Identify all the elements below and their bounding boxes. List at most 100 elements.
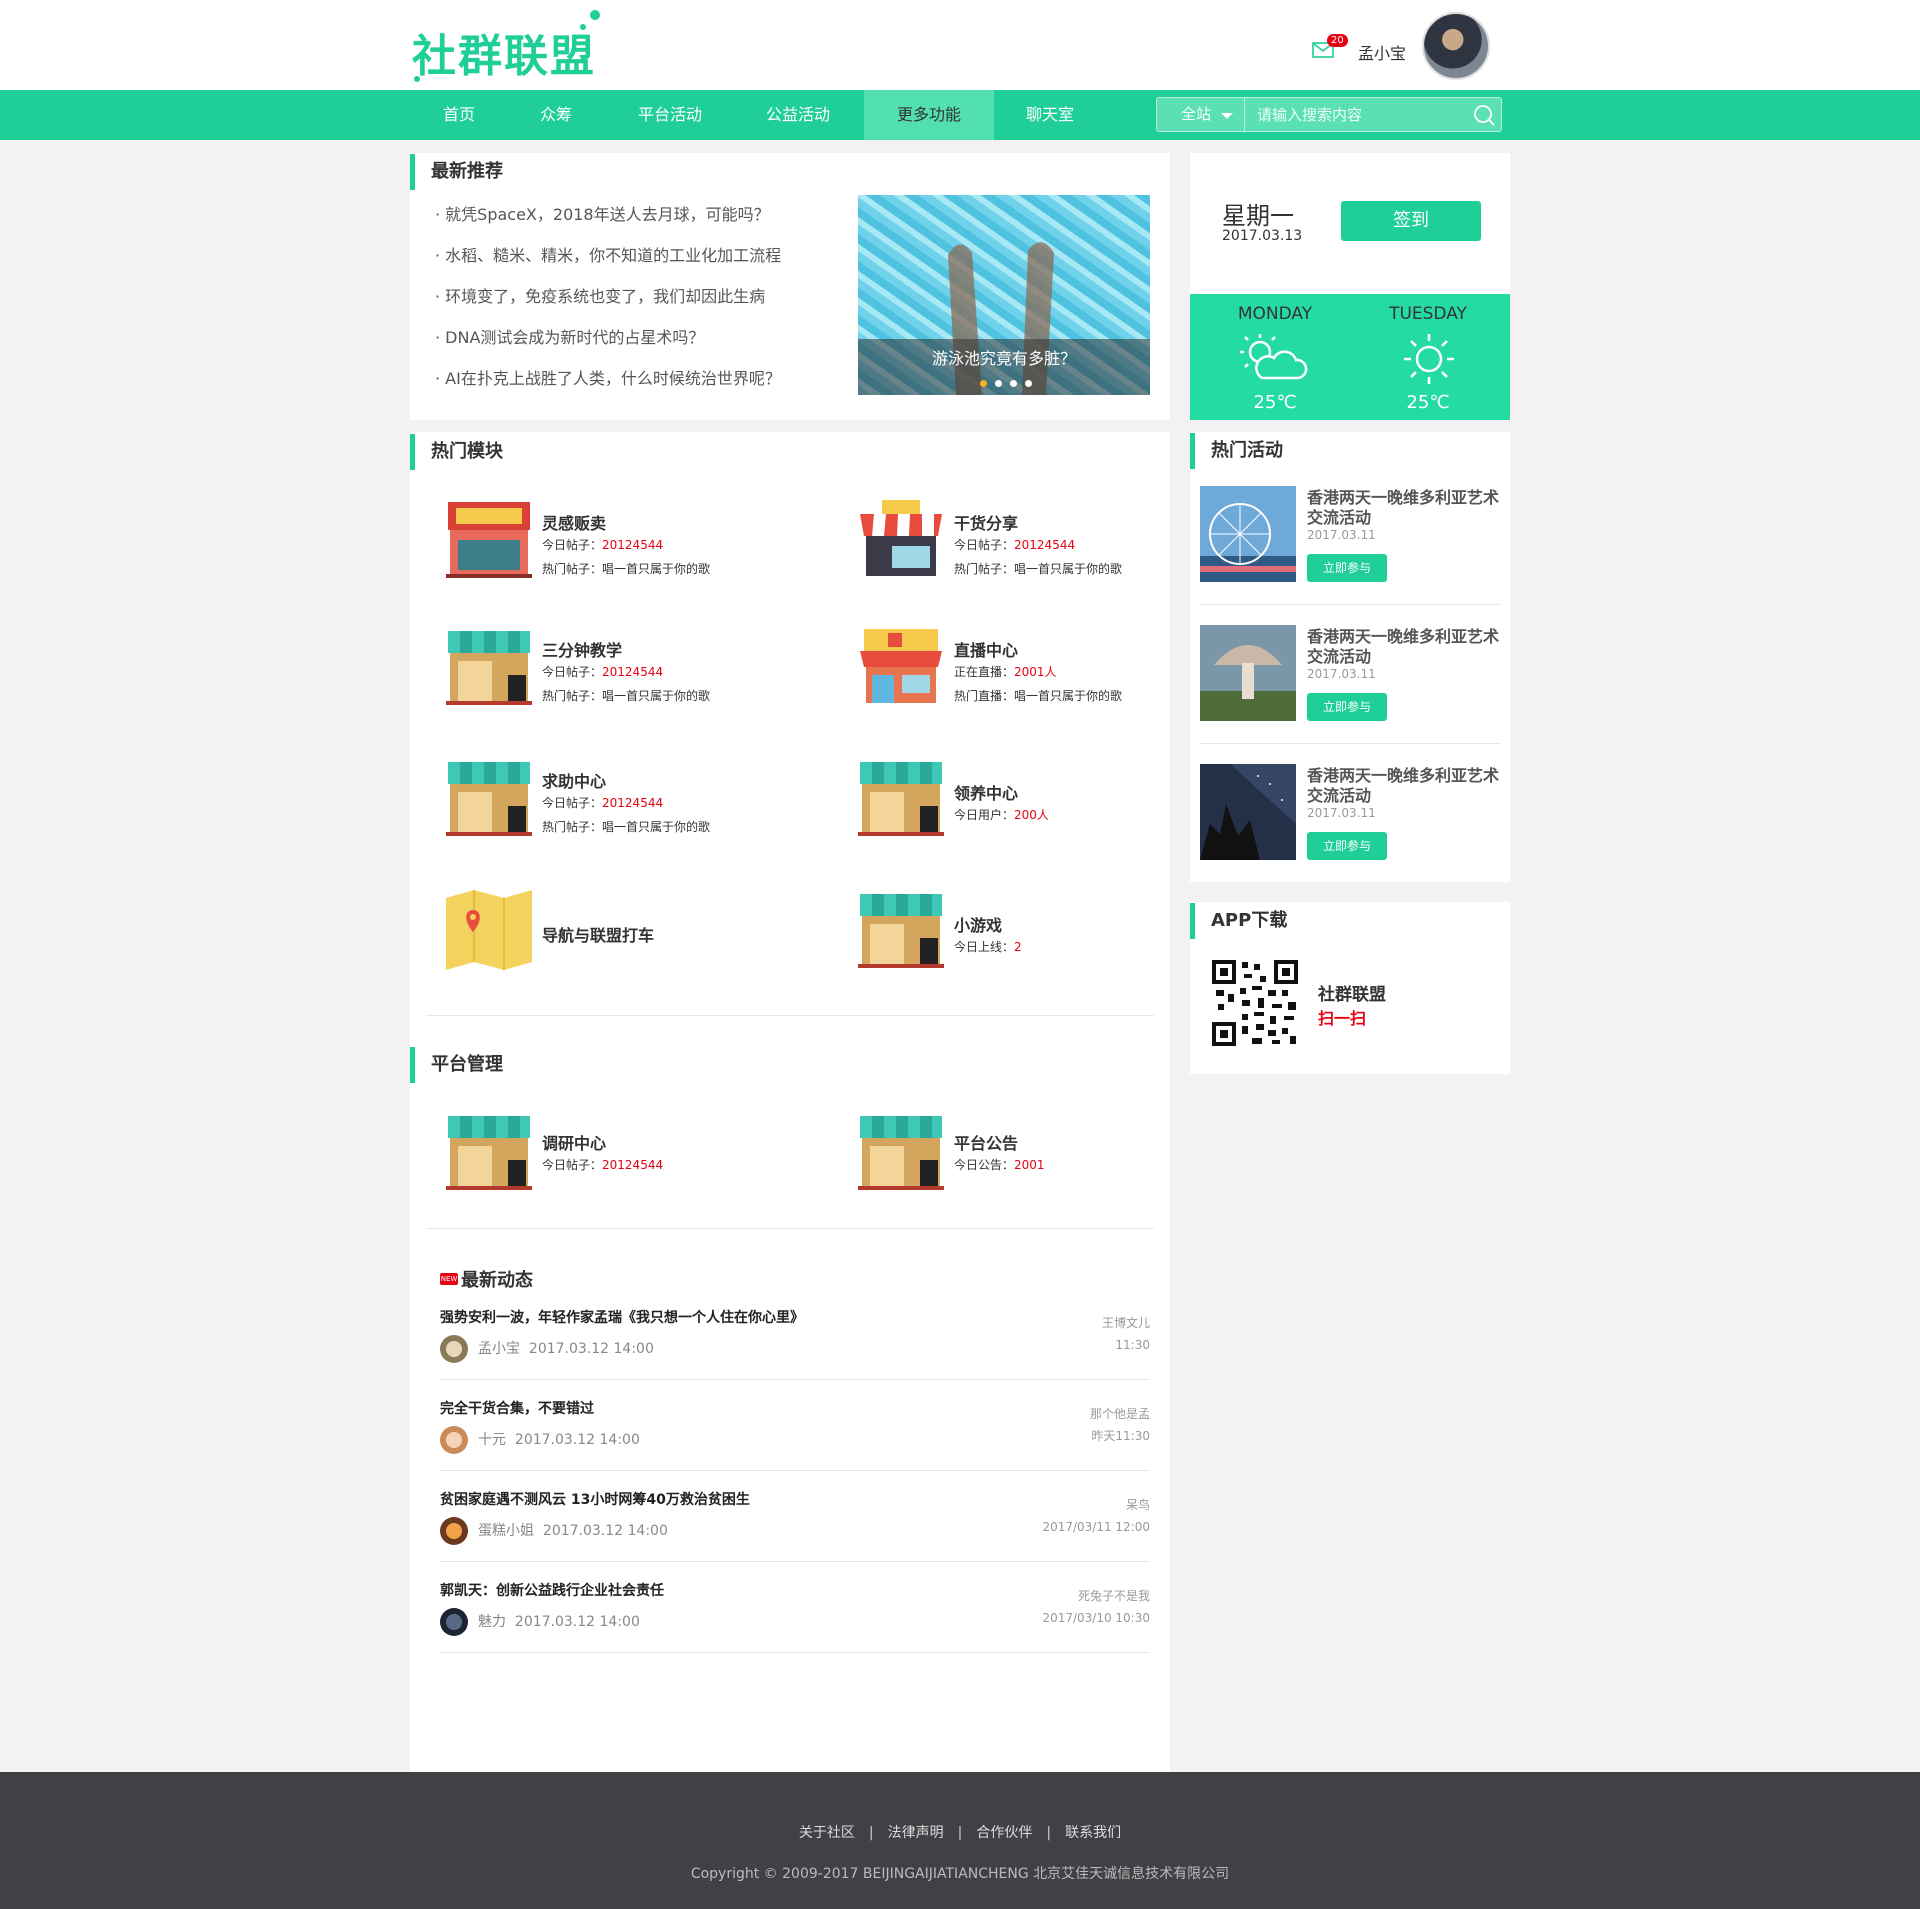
module-stat: 今日帖子：20124544	[542, 794, 663, 811]
section-title-feed: 最新动态	[461, 1270, 533, 1291]
news-item[interactable]: · 水稻、糙米、精米，你不知道的工业化加工流程	[435, 241, 781, 282]
stat-value: 20124544	[1014, 538, 1076, 552]
nav-item-more[interactable]: 更多功能	[864, 90, 994, 140]
footer-separator: |	[1046, 1825, 1052, 1841]
activity-title[interactable]: 香港两天一晚维多利亚艺术交流活动	[1307, 766, 1507, 806]
carousel-dot[interactable]	[1025, 380, 1032, 387]
divider	[440, 1379, 1150, 1380]
nav-item-home[interactable]: 首页	[418, 90, 500, 140]
footer-link-legal[interactable]: 法律声明	[888, 1825, 944, 1841]
stat-label: 今日帖子：	[542, 665, 603, 679]
new-badge-text: NEW	[440, 1275, 458, 1283]
feed-item-meta: 蛋糕小姐 2017.03.12 14:00	[440, 1517, 668, 1545]
feed-reply-user[interactable]: 王博文儿	[1000, 1312, 1150, 1334]
mail-count-badge: 20	[1327, 34, 1348, 47]
carousel-dot[interactable]	[980, 380, 987, 387]
join-activity-button[interactable]: 立即参与	[1307, 554, 1387, 582]
nav-item-chatroom[interactable]: 聊天室	[1002, 90, 1098, 140]
feed-date: 2017.03.12 14:00	[514, 1432, 640, 1448]
signin-button[interactable]: 签到	[1341, 201, 1481, 241]
avatar[interactable]	[440, 1426, 468, 1454]
feed-date: 2017.03.12 14:00	[542, 1523, 668, 1539]
nav-item-crowdfunding[interactable]: 众筹	[516, 90, 596, 140]
module-name: 平台公告	[954, 1134, 1019, 1153]
avatar[interactable]	[440, 1335, 468, 1363]
footer-separator: |	[868, 1825, 874, 1841]
activity-title[interactable]: 香港两天一晚维多利亚艺术交流活动	[1307, 627, 1507, 667]
logo-dot	[590, 10, 600, 20]
module-name: 直播中心	[954, 641, 1019, 660]
user-avatar[interactable]	[1422, 12, 1490, 80]
recommend-news-list: · 就凭SpaceX，2018年送人去月球，可能吗？ · 水稻、糙米、精米，你不…	[435, 200, 781, 405]
activity-date: 2017.03.11	[1307, 806, 1376, 820]
module-item[interactable]: 小游戏 今日上线：2	[858, 890, 1218, 980]
news-item[interactable]: · 就凭SpaceX，2018年送人去月球，可能吗？	[435, 200, 781, 241]
site-logo[interactable]: 社群联盟	[412, 20, 596, 84]
weather-temp: 25℃	[1253, 392, 1297, 413]
footer-link-contact[interactable]: 联系我们	[1065, 1825, 1121, 1841]
search-icon[interactable]	[1473, 104, 1495, 126]
feed-item-meta: 十元 2017.03.12 14:00	[440, 1426, 640, 1454]
feed-reply-user[interactable]: 呆鸟	[1000, 1494, 1150, 1516]
feed-item-title[interactable]: 强势安利一波，年轻作家孟瑞《我只想一个人住在你心里》	[440, 1307, 804, 1327]
join-activity-button[interactable]: 立即参与	[1307, 832, 1387, 860]
news-item[interactable]: · DNA测试会成为新时代的占星术吗？	[435, 323, 781, 364]
divider	[426, 1228, 1154, 1229]
signin-date: 2017.03.13	[1222, 228, 1303, 244]
module-stat: 今日帖子：20124544	[542, 536, 663, 553]
weather-widget: MONDAY 25℃ TUESDAY 25℃	[1190, 294, 1510, 420]
stat-label: 今日用户：	[954, 808, 1015, 822]
module-item[interactable]: 求助中心 今日帖子：20124544 热门帖子：唱一首只属于你的歌	[446, 758, 806, 848]
divider	[1200, 604, 1500, 605]
module-item[interactable]: 干货分享 今日帖子：20124544 热门帖子：唱一首只属于你的歌	[858, 500, 1218, 590]
module-item[interactable]: 调研中心 今日帖子：20124544	[446, 1112, 806, 1202]
join-activity-button[interactable]: 立即参与	[1307, 693, 1387, 721]
feed-author[interactable]: 孟小宝	[478, 1341, 520, 1357]
shop-icon	[858, 894, 944, 968]
avatar[interactable]	[440, 1517, 468, 1545]
activity-image[interactable]	[1200, 486, 1296, 582]
feed-item-title[interactable]: 完全干货合集，不要错过	[440, 1398, 594, 1418]
search-input[interactable]	[1245, 98, 1465, 131]
feed-date: 2017.03.12 14:00	[514, 1614, 640, 1630]
carousel-dot[interactable]	[1010, 380, 1017, 387]
stat-value: 200人	[1014, 808, 1049, 822]
carousel-dot[interactable]	[995, 380, 1002, 387]
module-name: 三分钟教学	[542, 641, 623, 660]
nav-item-charity[interactable]: 公益活动	[748, 90, 848, 140]
feed-author[interactable]: 十元	[478, 1432, 506, 1448]
activity-image[interactable]	[1200, 625, 1296, 721]
feed-reply-user[interactable]: 那个他是孟	[1000, 1403, 1150, 1425]
feed-author[interactable]: 魅力	[478, 1614, 506, 1630]
footer-link-partners[interactable]: 合作伙伴	[976, 1825, 1032, 1841]
feed-author[interactable]: 蛋糕小姐	[478, 1523, 534, 1539]
module-item[interactable]: 直播中心 正在直播：2001人 热门直播：唱一首只属于你的歌	[858, 627, 1218, 717]
feed-reply-time: 昨天11:30	[1091, 1429, 1150, 1443]
nav-item-platform-activities[interactable]: 平台活动	[620, 90, 720, 140]
news-item[interactable]: · AI在扑克上战胜了人类，什么时候统治世界呢？	[435, 364, 781, 405]
site-footer: 关于社区 | 法律声明 | 合作伙伴 | 联系我们 Copyright © 2009-201…	[0, 1772, 1920, 1909]
feed-reply-user[interactable]: 死兔子不是我	[1000, 1585, 1150, 1607]
activity-date: 2017.03.11	[1307, 528, 1376, 542]
module-item[interactable]: 导航与联盟打车	[446, 890, 806, 980]
module-item[interactable]: 平台公告 今日公告：2001	[858, 1112, 1218, 1202]
main-nav: 首页 众筹 平台活动 公益活动 更多功能 聊天室 全站	[0, 90, 1920, 140]
module-item[interactable]: 领养中心 今日用户：200人	[858, 758, 1218, 848]
news-item[interactable]: · 环境变了，免疫系统也变了，我们却因此生病	[435, 282, 781, 323]
activity-image[interactable]	[1200, 764, 1296, 860]
module-item[interactable]: 灵感贩卖 今日帖子：20124544 热门帖子：唱一首只属于你的歌	[446, 500, 806, 590]
feed-item-title[interactable]: 贫困家庭遇不测风云 13小时网筹40万救治贫困生	[440, 1489, 750, 1509]
module-hot: 热门直播：唱一首只属于你的歌	[954, 689, 1123, 703]
module-stat: 今日帖子：20124544	[542, 663, 663, 680]
search-scope-select[interactable]: 全站	[1157, 98, 1245, 131]
banner-carousel[interactable]: 游泳池究竟有多脏？	[858, 195, 1150, 395]
username[interactable]: 孟小宝	[1358, 40, 1406, 64]
module-name: 干货分享	[954, 514, 1019, 533]
activity-title[interactable]: 香港两天一晚维多利亚艺术交流活动	[1307, 488, 1507, 528]
footer-link-about[interactable]: 关于社区	[799, 1825, 855, 1841]
feed-item-title[interactable]: 郭凯天：创新公益践行企业社会责任	[440, 1580, 664, 1600]
section-title-recommend: 最新推荐	[410, 154, 503, 190]
feed-reply: 死兔子不是我 2017/03/10 10:30	[1000, 1585, 1150, 1629]
avatar[interactable]	[440, 1608, 468, 1636]
module-item[interactable]: 三分钟教学 今日帖子：20124544 热门帖子：唱一首只属于你的歌	[446, 627, 806, 717]
